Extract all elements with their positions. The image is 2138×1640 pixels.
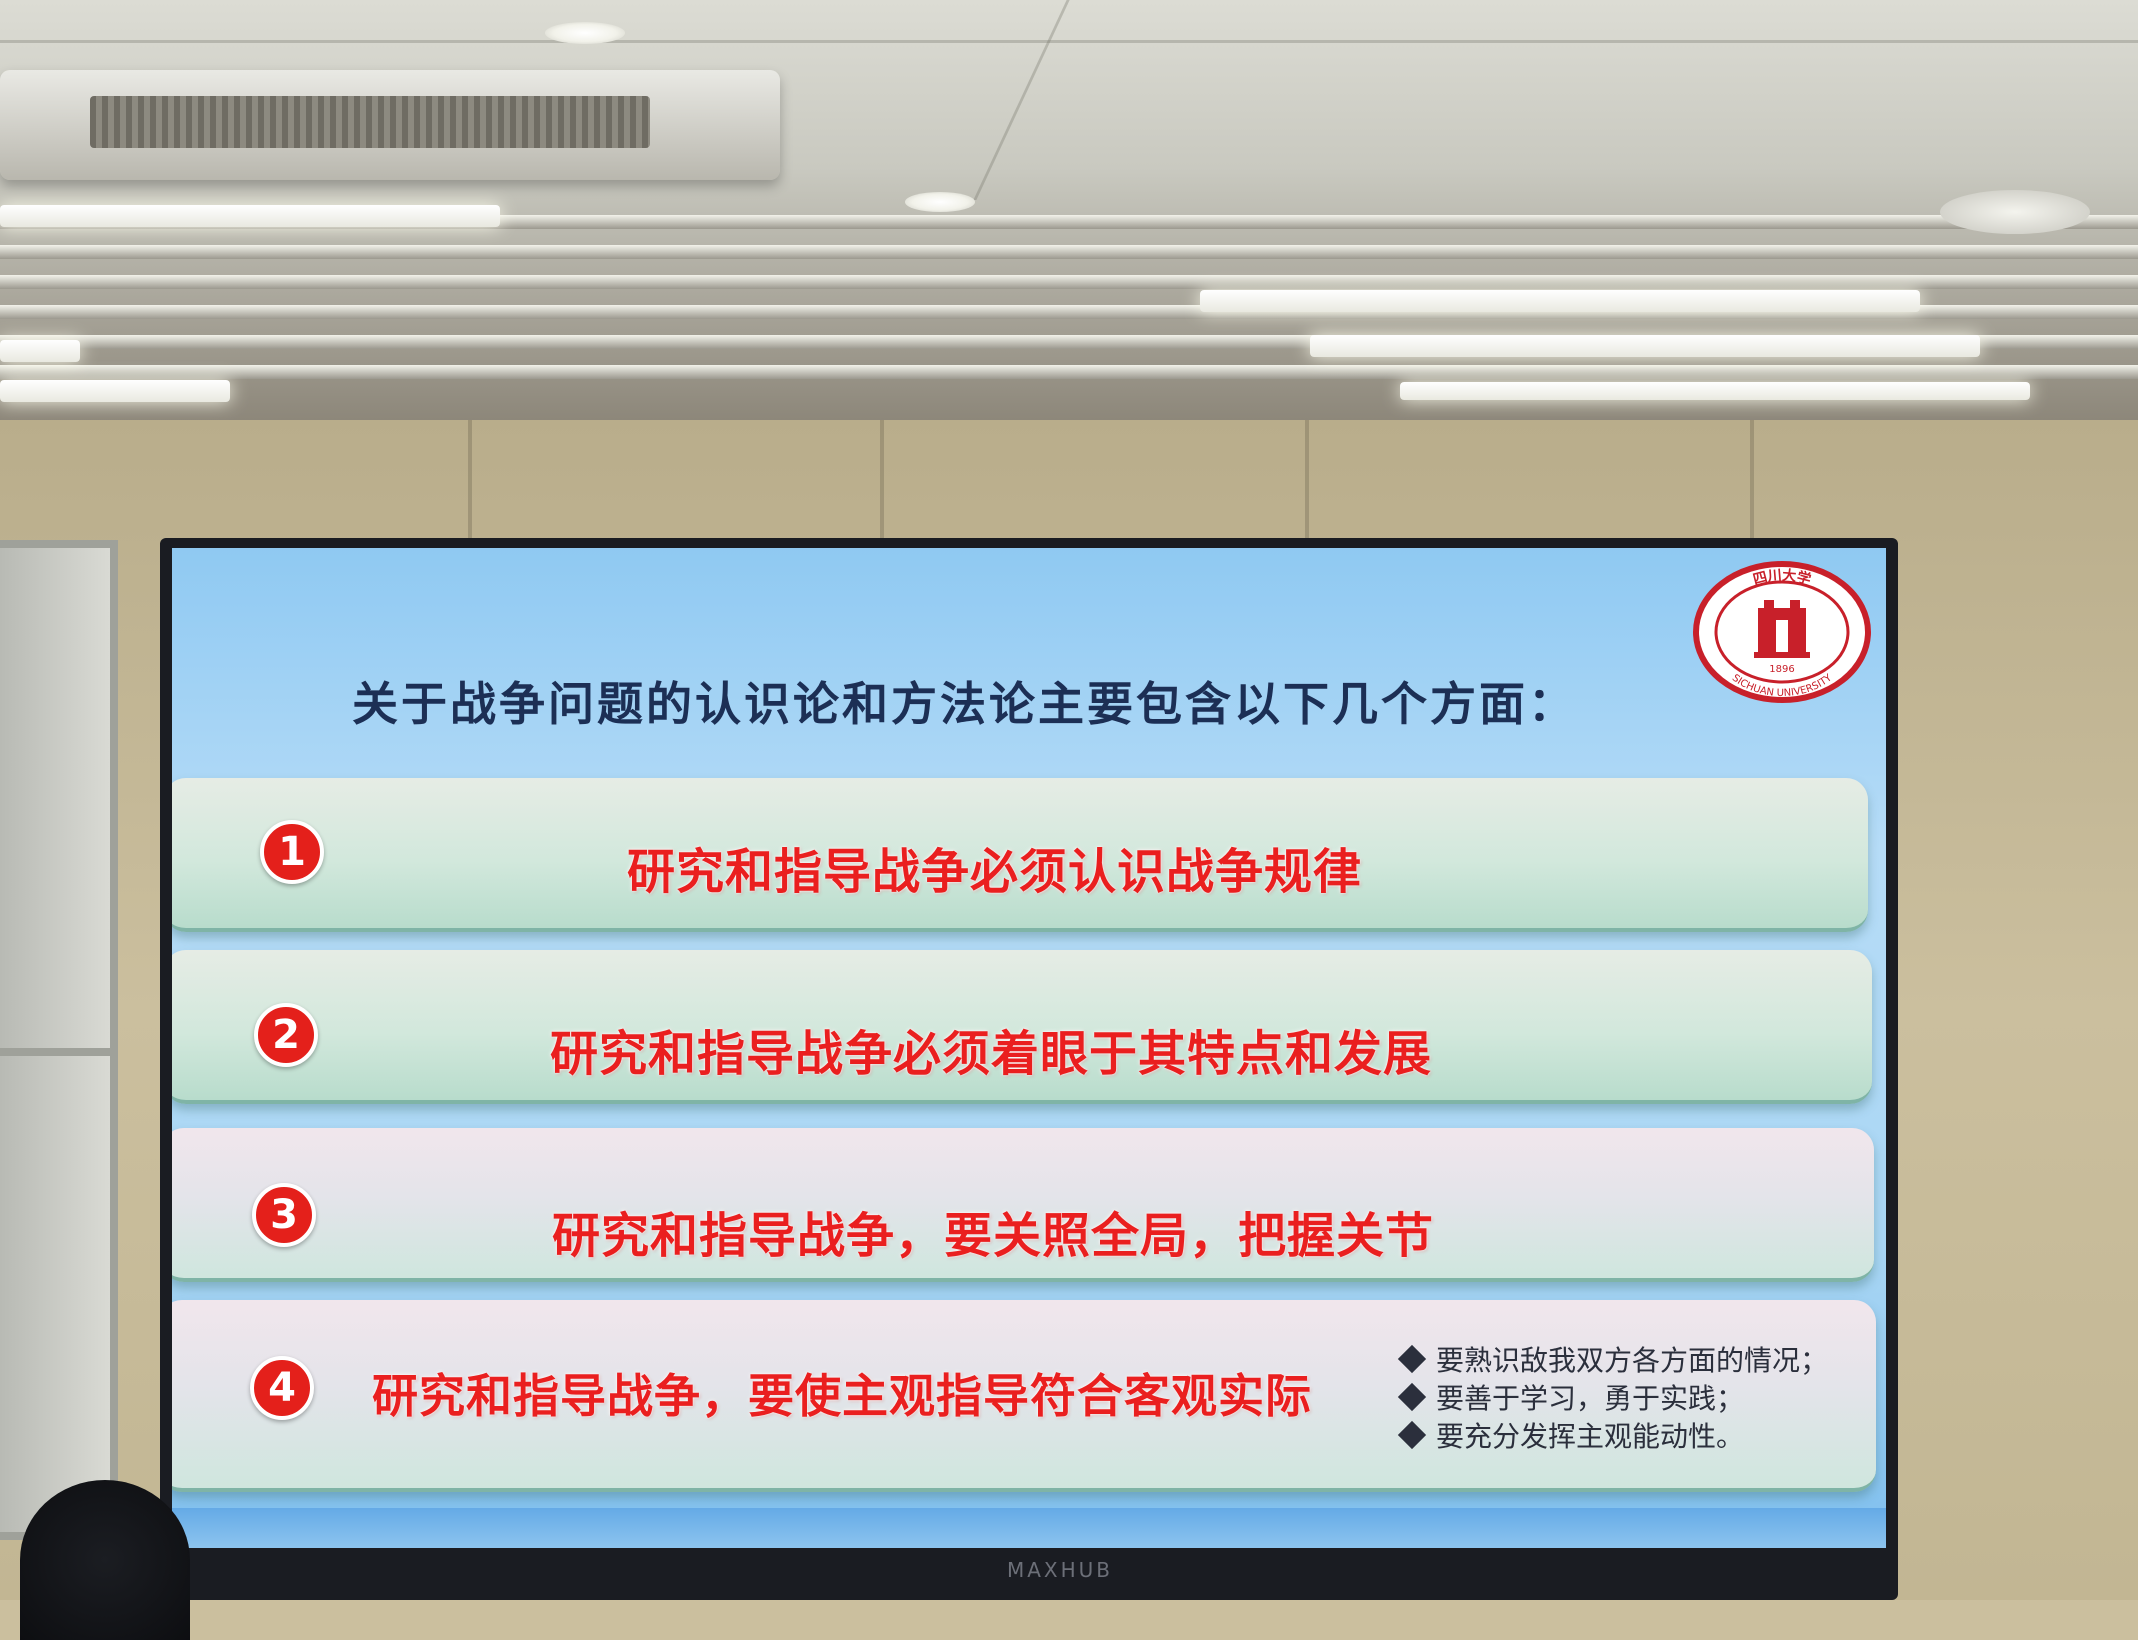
ceiling-light bbox=[0, 380, 230, 402]
number-badge-4: 4 bbox=[250, 1356, 314, 1420]
ceiling-tile-line bbox=[973, 0, 1070, 200]
slide-footer-band bbox=[172, 1508, 1886, 1548]
whiteboard bbox=[0, 540, 118, 1540]
ceiling-light bbox=[0, 205, 500, 227]
ceiling-slat bbox=[0, 365, 2138, 379]
svg-text:1896: 1896 bbox=[1769, 664, 1794, 675]
smoke-detector bbox=[1940, 190, 2090, 234]
ceiling-slat bbox=[0, 275, 2138, 289]
ceiling-light bbox=[1400, 382, 2030, 400]
slide-title: 关于战争问题的认识论和方法论主要包含以下几个方面： bbox=[352, 677, 1577, 731]
ceiling-light bbox=[1310, 335, 1980, 357]
ceiling-light bbox=[1200, 290, 1920, 312]
subpoint-list: 要熟识敌我双方各方面的情况； 要善于学习，勇于实践； 要充分发挥主观能动性。 bbox=[1397, 1340, 1862, 1454]
number-badge-3: 3 bbox=[252, 1183, 316, 1247]
subpoint-text: 要充分发挥主观能动性。 bbox=[1436, 1420, 1745, 1453]
subpoint-item: 要善于学习，勇于实践； bbox=[1397, 1378, 1862, 1416]
point-text-2: 研究和指导战争必须着眼于其特点和发展 bbox=[550, 1026, 1433, 1082]
ceiling-ac-vent bbox=[0, 70, 780, 180]
point-text-1: 研究和指导战争必须认识战争规律 bbox=[627, 844, 1363, 900]
diamond-bullet-icon bbox=[1397, 1344, 1427, 1374]
subpoint-text: 要熟识敌我双方各方面的情况； bbox=[1436, 1344, 1829, 1377]
point-text-4: 研究和指导战争，要使主观指导符合客观实际 bbox=[372, 1369, 1312, 1423]
subpoint-item: 要充分发挥主观能动性。 bbox=[1397, 1416, 1862, 1454]
number-badge-2: 2 bbox=[254, 1003, 318, 1067]
university-seal-icon: 1896 四川大学 SICHUAN UNIVERSITY bbox=[1693, 561, 1871, 703]
ceiling-spotlight bbox=[905, 192, 975, 212]
audience-member-head bbox=[20, 1480, 190, 1640]
ceiling-spotlight bbox=[545, 22, 625, 44]
display-brand: MAXHUB bbox=[1006, 1558, 1114, 1582]
ceiling-slat bbox=[0, 245, 2138, 259]
diamond-bullet-icon bbox=[1397, 1382, 1427, 1412]
diamond-bullet-icon bbox=[1397, 1420, 1427, 1450]
presentation-slide: 关于战争问题的认识论和方法论主要包含以下几个方面： 1896 四川大学 SICH… bbox=[172, 548, 1886, 1548]
subpoint-item: 要熟识敌我双方各方面的情况； bbox=[1397, 1340, 1862, 1378]
number-badge-1: 1 bbox=[260, 820, 324, 884]
ceiling-light bbox=[0, 340, 80, 362]
point-text-3: 研究和指导战争，要关照全局，把握关节 bbox=[552, 1208, 1435, 1264]
subpoint-text: 要善于学习，勇于实践； bbox=[1436, 1382, 1745, 1415]
ceiling-tile-line bbox=[0, 40, 2138, 43]
ceiling bbox=[0, 0, 2138, 420]
